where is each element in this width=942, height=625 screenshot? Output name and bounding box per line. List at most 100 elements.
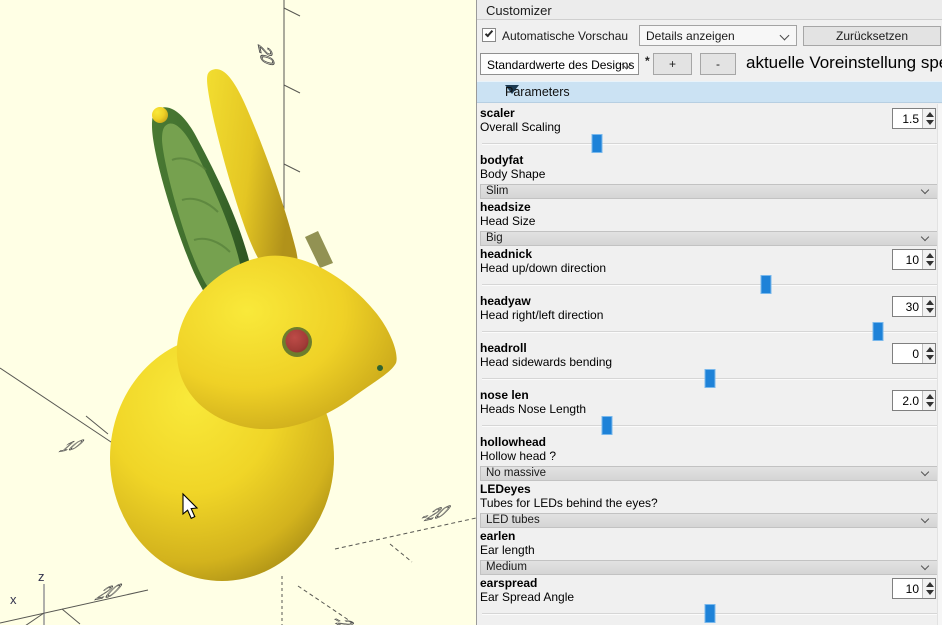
- vertical-scrollbar[interactable]: [937, 104, 942, 625]
- customizer-panel: Customizer Automatische Vorschau Details…: [476, 0, 942, 625]
- param-name: headroll: [480, 342, 939, 355]
- openscad-customizer-window: 20 20 10 -20 -20 z x: [0, 0, 942, 625]
- param-description: Head up/down direction: [480, 261, 939, 275]
- axis-label-right-dashed: -20: [414, 502, 456, 526]
- remove-preset-button[interactable]: -: [700, 53, 736, 75]
- spin-down-icon[interactable]: [926, 120, 934, 125]
- spin-up-icon[interactable]: [926, 347, 934, 352]
- spin-up-icon[interactable]: [926, 112, 934, 117]
- earlen-dropdown[interactable]: Medium: [480, 560, 939, 575]
- headnick-spinbox[interactable]: 10: [892, 249, 936, 270]
- slider-track: [482, 143, 937, 145]
- spin-down-icon[interactable]: [926, 308, 934, 313]
- hollowhead-dropdown[interactable]: No massive: [480, 466, 939, 481]
- param-description: Ear length: [480, 543, 939, 557]
- param-nose-len: nose len Heads Nose Length 2.0: [477, 386, 942, 433]
- param-description: Head sidewards bending: [480, 355, 939, 369]
- spin-down-icon[interactable]: [926, 355, 934, 360]
- param-headyaw: headyaw Head right/left direction 30: [477, 292, 942, 339]
- chevron-down-icon: [921, 186, 929, 194]
- headsize-dropdown[interactable]: Big: [480, 231, 939, 246]
- spinbox-value: 30: [906, 300, 919, 314]
- bunny-nose-dot: [377, 365, 383, 371]
- dropdown-value: No massive: [486, 467, 546, 479]
- param-scaler: scaler Overall Scaling 1.5: [477, 104, 942, 151]
- headyaw-slider[interactable]: [480, 322, 939, 340]
- reset-button[interactable]: Zurücksetzen: [803, 26, 941, 46]
- axis-label-left: 10: [55, 436, 90, 455]
- param-description: Ear Spread Angle: [480, 590, 939, 604]
- panel-title: Customizer: [486, 3, 552, 18]
- slider-track: [482, 284, 937, 286]
- spin-down-icon[interactable]: [926, 402, 934, 407]
- dropdown-value: Medium: [486, 561, 527, 573]
- preset-select-value: Standardwerte des Designs: [487, 58, 634, 72]
- spin-up-icon[interactable]: [926, 300, 934, 305]
- 3d-scene: 20 20 10 -20 -20 z x: [0, 0, 476, 625]
- parameters-list: scaler Overall Scaling 1.5 bodyfat Body …: [477, 104, 942, 625]
- param-bodyfat: bodyfat Body Shape Slim: [477, 151, 942, 198]
- param-description: Tubes for LEDs behind the eyes?: [480, 496, 939, 510]
- details-select-value: Details anzeigen: [646, 29, 735, 43]
- headyaw-spinbox[interactable]: 30: [892, 296, 936, 317]
- spinbox-value: 1.5: [902, 112, 919, 126]
- param-description: Head Size: [480, 214, 939, 228]
- checkmark-icon: [485, 29, 493, 38]
- param-name: bodyfat: [480, 154, 939, 167]
- auto-preview-checkbox[interactable]: [482, 28, 496, 42]
- spin-up-icon[interactable]: [926, 253, 934, 258]
- param-headsize: headsize Head Size Big: [477, 198, 942, 245]
- dropdown-value: Big: [486, 232, 503, 244]
- headroll-spinbox[interactable]: 0: [892, 343, 936, 364]
- spinbox-value: 0: [912, 347, 919, 361]
- param-earspread: earspread Ear Spread Angle 10: [477, 574, 942, 621]
- param-name: nose len: [480, 389, 939, 402]
- ear-gap-shadow: [305, 231, 333, 268]
- customizer-titlebar: Customizer: [477, 0, 942, 20]
- param-description: Hollow head ?: [480, 449, 939, 463]
- axis-label-bottom: 20: [90, 580, 128, 605]
- param-description: Overall Scaling: [480, 120, 939, 134]
- nose-len-slider[interactable]: [480, 416, 939, 434]
- parameters-section-header[interactable]: Parameters: [477, 81, 942, 103]
- slider-track: [482, 425, 937, 427]
- chevron-down-icon: [921, 562, 929, 570]
- add-preset-button[interactable]: +: [653, 53, 692, 75]
- slider-track: [482, 331, 937, 333]
- preset-toolbar: Standardwerte des Designs * + - aktuelle…: [480, 53, 940, 77]
- auto-preview-label: Automatische Vorschau: [502, 29, 628, 43]
- spin-up-icon[interactable]: [926, 394, 934, 399]
- origin-axis-letters: z x: [10, 569, 45, 607]
- param-name: headyaw: [480, 295, 939, 308]
- headnick-slider[interactable]: [480, 275, 939, 293]
- param-name: hollowhead: [480, 436, 939, 449]
- earspread-spinbox[interactable]: 10: [892, 578, 936, 599]
- param-ledeyes: LEDeyes Tubes for LEDs behind the eyes? …: [477, 480, 942, 527]
- details-select[interactable]: Details anzeigen: [639, 25, 797, 46]
- bunny-model: [110, 69, 397, 581]
- ear-tip-ball: [152, 107, 168, 123]
- param-name: earspread: [480, 577, 939, 590]
- spin-up-icon[interactable]: [926, 582, 934, 587]
- chevron-down-icon: [780, 31, 790, 41]
- param-headroll: headroll Head sidewards bending 0: [477, 339, 942, 386]
- spin-down-icon[interactable]: [926, 261, 934, 266]
- save-preset-button[interactable]: aktuelle Voreinstellung speiche: [746, 53, 942, 77]
- earspread-slider[interactable]: [480, 604, 939, 622]
- headroll-slider[interactable]: [480, 369, 939, 387]
- scaler-spinbox[interactable]: 1.5: [892, 108, 936, 129]
- bodyfat-dropdown[interactable]: Slim: [480, 184, 939, 199]
- bunny-eye: [286, 330, 309, 353]
- dropdown-value: LED tubes: [486, 514, 540, 526]
- scaler-slider[interactable]: [480, 134, 939, 152]
- origin-x-label: x: [10, 592, 17, 607]
- 3d-viewport-canvas[interactable]: 20 20 10 -20 -20 z x: [0, 0, 476, 625]
- axis-label-top: 20: [254, 43, 279, 68]
- origin-z-label: z: [38, 569, 45, 584]
- preset-select[interactable]: Standardwerte des Designs: [480, 53, 639, 75]
- ledeyes-dropdown[interactable]: LED tubes: [480, 513, 939, 528]
- spin-down-icon[interactable]: [926, 590, 934, 595]
- nose-len-spinbox[interactable]: 2.0: [892, 390, 936, 411]
- slider-handle[interactable]: [705, 604, 716, 623]
- chevron-down-icon: [921, 233, 929, 241]
